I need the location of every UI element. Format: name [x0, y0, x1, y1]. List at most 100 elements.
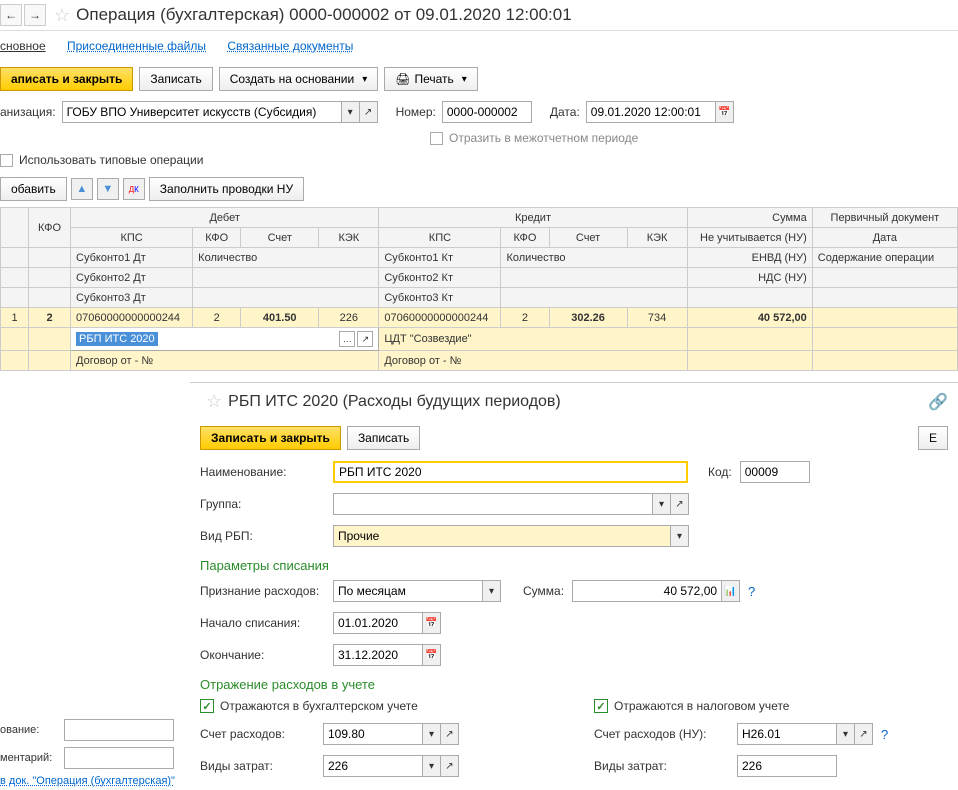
dialog-title: РБП ИТС 2020 (Расходы будущих периодов): [228, 393, 561, 411]
end-input[interactable]: [333, 644, 423, 666]
params-section-title: Параметры списания: [200, 552, 948, 575]
org-input[interactable]: [62, 101, 342, 123]
col-kt-kfo: КФО: [501, 228, 549, 248]
name-label: Наименование:: [200, 465, 325, 479]
expense-acc-nu-input[interactable]: [737, 723, 837, 745]
cell-dt-kps: 07060000000000244: [71, 308, 193, 328]
link-icon[interactable]: 🔗: [928, 392, 948, 412]
cell-kfo: 2: [29, 308, 71, 328]
cost-type-nu-label: Виды затрат:: [594, 759, 729, 773]
e-button[interactable]: Е: [918, 426, 948, 450]
name-input[interactable]: [333, 461, 688, 483]
expense-acc-nu-help[interactable]: ?: [881, 727, 888, 742]
group-input[interactable]: [333, 493, 653, 515]
cell-sub2kt: Договор от - №: [379, 351, 687, 371]
type-input[interactable]: [333, 525, 671, 547]
cell-kt-kps: 07060000000000244: [379, 308, 501, 328]
col-qty-kt: Количество: [501, 248, 687, 268]
dialog-save-close-button[interactable]: Записать и закрыть: [200, 426, 341, 450]
cost-type-nu-input[interactable]: [737, 755, 837, 777]
dtkt-button[interactable]: ДК: [123, 178, 145, 200]
printer-icon: 🖨: [395, 72, 410, 86]
dialog-star-icon[interactable]: ☆: [206, 391, 222, 412]
dialog-save-button[interactable]: Записать: [347, 426, 420, 450]
col-kt-kps: КПС: [379, 228, 501, 248]
cell-kt-kfo: 2: [501, 308, 549, 328]
table-row[interactable]: РБП ИТС 2020 … ↗ ЦДТ "Созвездие": [1, 328, 958, 351]
group-open-button[interactable]: ↗: [671, 493, 689, 515]
doc-link[interactable]: в док. "Операция (бухгалтерская)": [0, 775, 175, 787]
cost-type-bu-label: Виды затрат:: [200, 759, 315, 773]
cell-sub2dt: Договор от - №: [71, 351, 379, 371]
sum-calc-button[interactable]: 📊: [722, 580, 740, 602]
expense-acc-nu-dd[interactable]: ▾: [837, 723, 855, 745]
subkonto-select-button[interactable]: …: [339, 331, 355, 347]
date-input[interactable]: [586, 101, 716, 123]
basis-input[interactable]: [64, 719, 174, 741]
col-envd: ЕНВД (НУ): [687, 248, 812, 268]
recognition-dropdown-button[interactable]: ▾: [483, 580, 501, 602]
cell-kt-kek: 734: [627, 308, 687, 328]
type-label: Вид РБП:: [200, 529, 325, 543]
col-sub3kt: Субконто3 Кт: [379, 288, 501, 308]
cost-type-bu-dd[interactable]: ▾: [423, 755, 441, 777]
type-dropdown-button[interactable]: ▾: [671, 525, 689, 547]
start-date-button[interactable]: 📅: [423, 612, 441, 634]
expense-acc-bu-open[interactable]: ↗: [441, 723, 459, 745]
col-sub1kt: Субконто1 Кт: [379, 248, 501, 268]
fill-nu-button[interactable]: Заполнить проводки НУ: [149, 177, 304, 201]
org-dropdown-button[interactable]: ▾: [342, 101, 360, 123]
recognition-input[interactable]: [333, 580, 483, 602]
col-content: Содержание операции: [812, 248, 957, 268]
save-button[interactable]: Записать: [139, 67, 212, 91]
favorite-star-icon[interactable]: ☆: [54, 5, 70, 26]
cost-type-bu-open[interactable]: ↗: [441, 755, 459, 777]
col-kt-kek: КЭК: [627, 228, 687, 248]
start-input[interactable]: [333, 612, 423, 634]
create-based-button[interactable]: Создать на основании: [219, 67, 379, 91]
save-close-button[interactable]: аписать и закрыть: [0, 67, 133, 91]
expense-acc-bu-input[interactable]: [323, 723, 423, 745]
recognition-label: Признание расходов:: [200, 584, 325, 598]
nav-back-button[interactable]: ←: [0, 4, 22, 26]
start-label: Начало списания:: [200, 616, 325, 630]
expense-acc-nu-label: Счет расходов (НУ):: [594, 727, 729, 741]
cost-type-bu-input[interactable]: [323, 755, 423, 777]
rbp-dialog: ☆ РБП ИТС 2020 (Расходы будущих периодов…: [190, 382, 958, 782]
reflect-nu-checkbox[interactable]: ✓: [594, 699, 608, 713]
reflect-bu-checkbox[interactable]: ✓: [200, 699, 214, 713]
col-sub2dt: Субконто2 Дт: [71, 268, 193, 288]
number-input[interactable]: [442, 101, 532, 123]
org-open-button[interactable]: ↗: [360, 101, 378, 123]
expense-acc-bu-dd[interactable]: ▾: [423, 723, 441, 745]
tab-main[interactable]: сновное: [0, 39, 46, 53]
group-dropdown-button[interactable]: ▾: [653, 493, 671, 515]
page-title: Операция (бухгалтерская) 0000-000002 от …: [76, 5, 572, 25]
add-button[interactable]: обавить: [0, 177, 67, 201]
sum-input[interactable]: [572, 580, 722, 602]
expense-acc-nu-open[interactable]: ↗: [855, 723, 873, 745]
print-button[interactable]: 🖨Печать: [384, 67, 478, 91]
col-debit-group: Дебет: [71, 208, 379, 228]
table-row[interactable]: Договор от - № Договор от - №: [1, 351, 958, 371]
tab-linked-docs[interactable]: Связанные документы: [227, 39, 353, 53]
move-down-button[interactable]: ▼: [97, 178, 119, 200]
end-date-button[interactable]: 📅: [423, 644, 441, 666]
date-label: Дата:: [550, 105, 580, 119]
tab-attached-files[interactable]: Присоединенные файлы: [67, 39, 206, 53]
col-nds: НДС (НУ): [687, 268, 812, 288]
subkonto-open-button[interactable]: ↗: [357, 331, 373, 347]
date-picker-button[interactable]: 📅: [716, 101, 734, 123]
table-row[interactable]: 1 2 07060000000000244 2 401.50 226 07060…: [1, 308, 958, 328]
comment-input[interactable]: [64, 747, 174, 769]
col-dt-acc: Счет: [241, 228, 319, 248]
code-input[interactable]: [740, 461, 810, 483]
use-typical-checkbox[interactable]: [0, 154, 13, 167]
cell-sub1dt[interactable]: РБП ИТС 2020 … ↗: [71, 328, 379, 351]
nav-forward-button[interactable]: →: [24, 4, 46, 26]
cell-dt-kfo: 2: [193, 308, 241, 328]
org-label: анизация:: [0, 105, 56, 119]
reflect-period-checkbox[interactable]: [430, 132, 443, 145]
move-up-button[interactable]: ▲: [71, 178, 93, 200]
sum-help-icon[interactable]: ?: [748, 584, 755, 599]
